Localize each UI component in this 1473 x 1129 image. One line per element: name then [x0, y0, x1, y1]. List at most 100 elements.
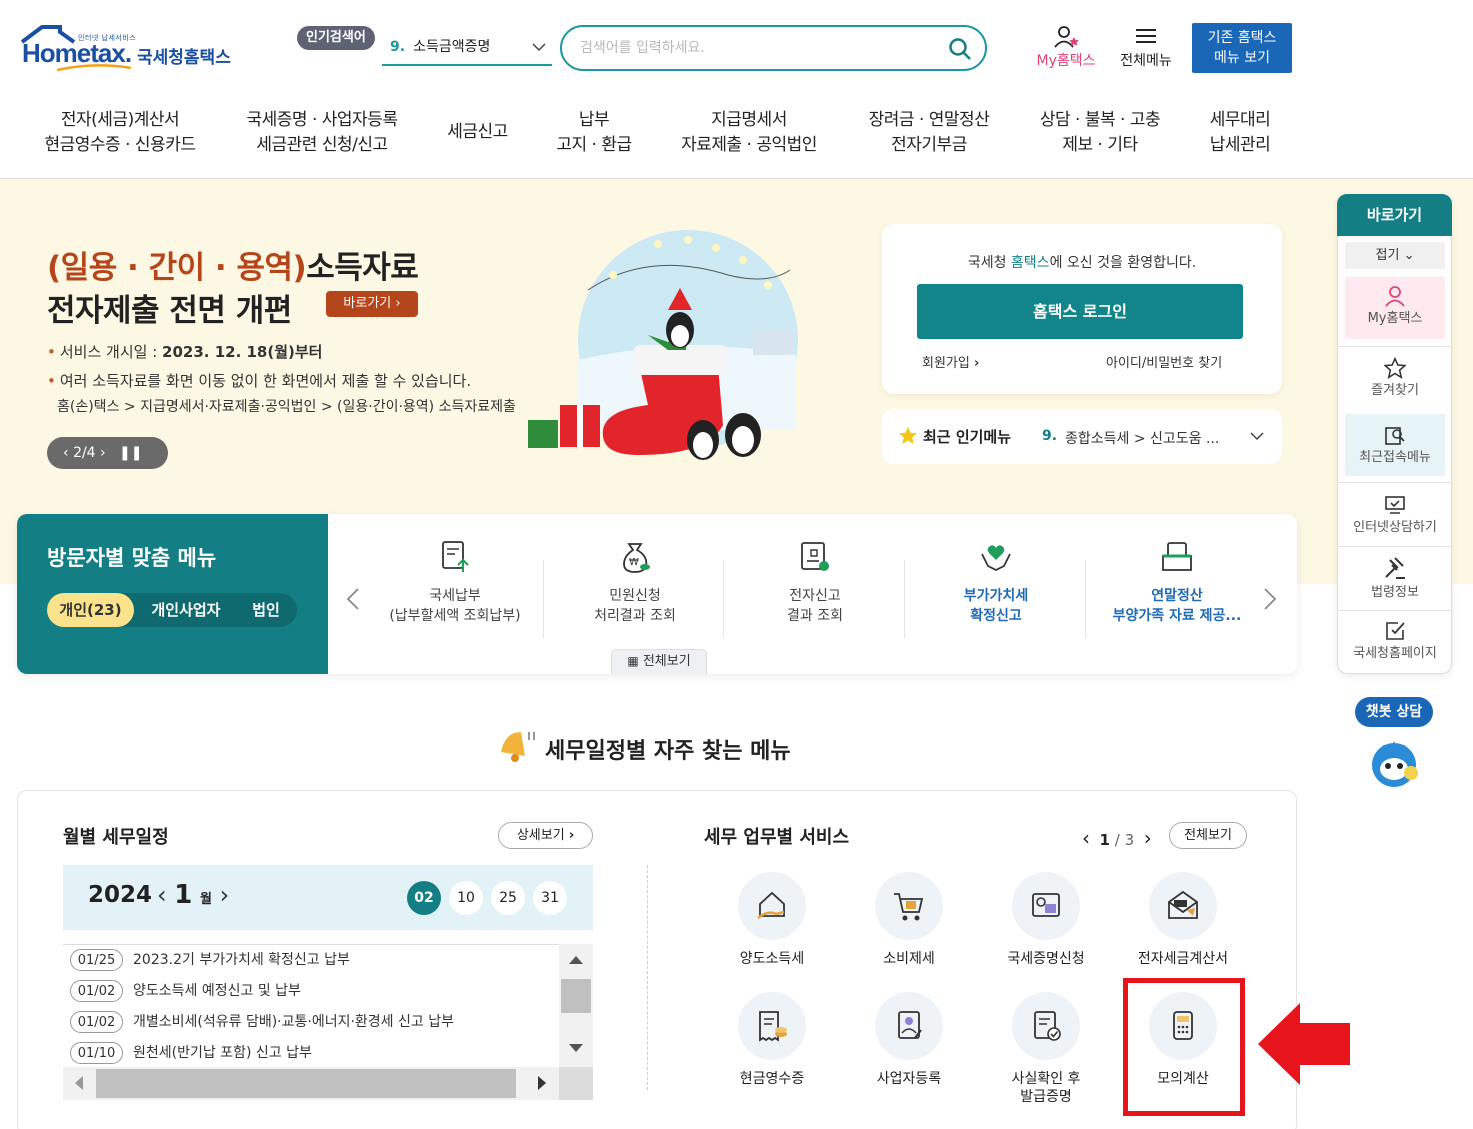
prev-icon[interactable]: ‹	[63, 445, 69, 461]
my-hometax-button[interactable]: My홈택스	[1030, 25, 1102, 70]
service-e-tax-invoice[interactable]: 전자세금계산서	[1118, 872, 1248, 968]
quick-divider	[1337, 610, 1452, 611]
tab-corporation[interactable]: 법인	[240, 593, 292, 627]
search-input[interactable]	[580, 37, 930, 59]
quick-nts-homepage[interactable]: 국세청홈페이지	[1345, 620, 1445, 661]
next-month-icon[interactable]: ›	[220, 881, 230, 909]
gnb-line1: 상담 · 불복 · 고충	[1039, 110, 1161, 130]
service-business-register[interactable]: 사업자등록	[844, 992, 974, 1088]
calendar-day[interactable]: 31	[533, 881, 567, 915]
business-register-icon	[898, 1011, 922, 1039]
scroll-right-icon[interactable]	[538, 1076, 546, 1090]
service-consumption-tax[interactable]: 소비제세	[844, 872, 974, 968]
quick-sidebar-title: 바로가기	[1337, 194, 1452, 236]
logo-korean: 국세청홈택스	[137, 48, 231, 68]
quick-label: 국세청홈페이지	[1353, 646, 1437, 661]
next-page-icon[interactable]: ›	[1144, 826, 1152, 850]
join-link[interactable]: 회원가입 ›	[922, 352, 979, 371]
visitor-menu-title: 방문자별 맞춤 메뉴	[47, 546, 217, 570]
quick-label: 법령정보	[1371, 585, 1419, 600]
detail-button[interactable]: 상세보기 ›	[498, 822, 593, 849]
find-account-link[interactable]: 아이디/비밀번호 찾기	[1106, 352, 1222, 371]
login-button[interactable]: 홈택스 로그인	[917, 284, 1243, 339]
chatbot-button[interactable]: 챗봇 상담	[1355, 697, 1433, 727]
scroll-left-icon[interactable]	[75, 1076, 83, 1090]
hero-bullet-label: 서비스 개시일 :	[59, 343, 163, 361]
gnb-incentive[interactable]: 장려금 · 연말정산 전자기부금	[850, 108, 1008, 158]
popular-search-select[interactable]: 9. 소득금액증명	[382, 30, 552, 66]
service-cash-receipt[interactable]: 현금영수증	[707, 992, 837, 1088]
gnb-line2: 고지 · 환급	[556, 135, 632, 155]
calendar-day[interactable]: 25	[491, 881, 525, 915]
service-certificate[interactable]: 국세증명신청	[981, 872, 1111, 968]
divider	[1085, 560, 1086, 638]
tab-sole-proprietor[interactable]: 개인사업자	[140, 593, 232, 627]
tab-individual[interactable]: 개인(23)	[47, 593, 134, 627]
scroll-down-icon[interactable]	[569, 1044, 583, 1052]
prev-page-icon[interactable]: ‹	[1082, 826, 1090, 850]
gnb-line1: 국세증명 · 사업자등록	[246, 110, 398, 130]
quick-menu-e-report-result[interactable]: 전자신고 결과 조회	[725, 540, 905, 626]
chevron-down-icon[interactable]	[1250, 432, 1264, 441]
quick-recent-menu[interactable]: 최근접속메뉴	[1345, 414, 1445, 476]
search-icon[interactable]	[948, 37, 972, 61]
all-menu-button[interactable]: 전체메뉴	[1112, 25, 1180, 70]
schedule-item[interactable]: 01/25 2023.2기 부가가치세 확정신고 납부	[70, 949, 350, 971]
schedule-item[interactable]: 01/10 원천세(반기납 포함) 신고 납부	[70, 1042, 312, 1064]
chevron-left-icon[interactable]	[346, 587, 360, 611]
quick-label: My홈택스	[1367, 311, 1423, 326]
chatbot-mascot-icon[interactable]	[1365, 733, 1423, 791]
gnb-tax-report[interactable]: 세금신고	[430, 120, 525, 145]
schedule-text: 개별소비세(석유류 담배)·교통·에너지·환경세 신고 납부	[133, 1014, 454, 1030]
gnb-payment[interactable]: 납부 고지 · 환급	[544, 108, 644, 158]
fold-button[interactable]: 접기 ⌄	[1345, 242, 1445, 269]
calendar-day[interactable]: 10	[449, 881, 483, 915]
prev-month-icon[interactable]: ‹	[157, 881, 167, 909]
quick-law-info[interactable]: 법령정보	[1345, 557, 1445, 600]
scroll-thumb[interactable]	[561, 979, 591, 1013]
service-fact-confirm[interactable]: 사실확인 후 발급증명	[981, 992, 1111, 1106]
horizontal-scrollbar[interactable]	[63, 1067, 559, 1100]
recent-label: 최근 인기메뉴	[923, 428, 1012, 446]
quick-my-hometax[interactable]: My홈택스	[1345, 277, 1445, 339]
view-all-button[interactable]: ▦ 전체보기	[611, 649, 707, 674]
house-hand-icon	[757, 891, 785, 919]
pause-icon[interactable]: ❚❚	[119, 445, 142, 461]
quick-menu-vat-report[interactable]: 부가가치세 확정신고	[906, 540, 1086, 626]
hero-pager[interactable]: ‹ 2/4 › ❚❚	[47, 437, 168, 469]
quick-online-consult[interactable]: 인터넷상담하기	[1345, 494, 1445, 535]
schedule-item[interactable]: 01/02 양도소득세 예정신고 및 납부	[70, 980, 301, 1002]
quick-menu-civil-result[interactable]: ₩ 민원신청 처리결과 조회	[545, 540, 725, 626]
service-label: 양도소득세	[739, 951, 805, 967]
gnb-payment-statement[interactable]: 지급명세서 자료제출 · 공익법인	[664, 108, 834, 158]
label-line1: 국세납부	[429, 588, 481, 604]
report-search-icon	[798, 540, 832, 574]
services-view-all-button[interactable]: 전체보기	[1169, 822, 1247, 849]
quick-favorites[interactable]: 즐겨찾기	[1345, 357, 1445, 398]
verified-doc-icon	[1034, 1011, 1061, 1041]
quick-menu-tax-payment[interactable]: 국세납부 (납부할세액 조회납부)	[365, 540, 545, 626]
old-menu-button[interactable]: 기존 홈택스 메뉴 보기	[1192, 23, 1292, 73]
service-transfer-tax[interactable]: 양도소득세	[707, 872, 837, 968]
next-icon[interactable]: ›	[100, 445, 106, 461]
star-outline-icon	[1384, 357, 1406, 379]
gnb-line2: 세금관련 신청/신고	[256, 135, 388, 155]
gnb-line1: 지급명세서	[711, 110, 787, 130]
gnb-line1: 장려금 · 연말정산	[868, 110, 990, 130]
recent-text: 종합소득세 > 신고도움 ...	[1065, 431, 1220, 447]
calendar-day[interactable]: 02	[407, 881, 441, 915]
gnb-einvoice[interactable]: 전자(세금)계산서 현금영수증 · 신용카드	[30, 108, 210, 158]
quick-menu-year-end[interactable]: 연말정산 부양가족 자료 제공...	[1087, 540, 1267, 626]
quick-label: 최근접속메뉴	[1359, 450, 1431, 465]
quick-divider	[1337, 546, 1452, 547]
gnb-certificate[interactable]: 국세증명 · 사업자등록세금관련 신청/신고	[232, 108, 412, 158]
vertical-scrollbar[interactable]	[559, 944, 593, 1067]
schedule-item[interactable]: 01/02 개별소비세(석유류 담배)·교통·에너지·환경세 신고 납부	[70, 1011, 454, 1033]
gnb-tax-agent[interactable]: 세무대리 납세관리	[1192, 108, 1288, 158]
scroll-up-icon[interactable]	[569, 956, 583, 964]
gavel-icon	[1385, 557, 1405, 579]
hero-go-button[interactable]: 바로가기 ›	[326, 291, 418, 317]
gnb-consult[interactable]: 상담 · 불복 · 고충 제보 · 기타	[1024, 108, 1176, 158]
certificate-icon	[1032, 893, 1060, 917]
scroll-thumb[interactable]	[96, 1069, 516, 1098]
